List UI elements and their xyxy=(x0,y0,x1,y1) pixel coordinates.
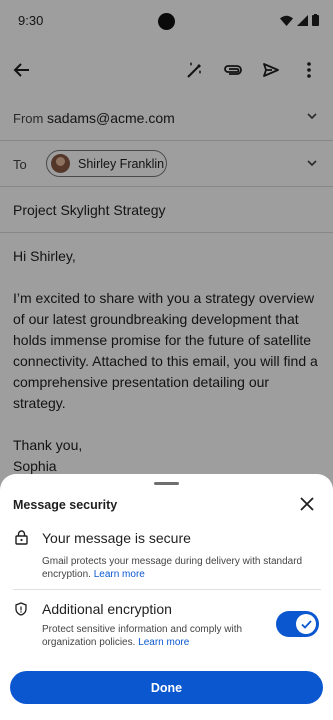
secure-description: Gmail protects your message during deliv… xyxy=(42,555,317,581)
check-icon xyxy=(300,619,312,629)
encryption-description: Protect sensitive information and comply… xyxy=(42,623,257,649)
secure-description-text: Gmail protects your message during deliv… xyxy=(42,556,303,580)
encryption-toggle[interactable] xyxy=(276,611,319,637)
drag-handle[interactable] xyxy=(154,482,179,485)
encryption-title: Additional encryption xyxy=(42,601,172,617)
toggle-knob xyxy=(296,614,316,634)
shield-icon xyxy=(15,602,27,616)
sheet-title: Message security xyxy=(13,498,118,512)
lock-icon xyxy=(15,530,28,545)
divider xyxy=(13,589,321,590)
done-button[interactable]: Done xyxy=(10,671,323,704)
secure-title: Your message is secure xyxy=(42,530,191,546)
learn-more-link[interactable]: Learn more xyxy=(138,637,189,648)
close-icon[interactable] xyxy=(299,496,315,512)
learn-more-link[interactable]: Learn more xyxy=(94,569,145,580)
message-security-sheet: Message security Your message is secure … xyxy=(0,474,333,720)
